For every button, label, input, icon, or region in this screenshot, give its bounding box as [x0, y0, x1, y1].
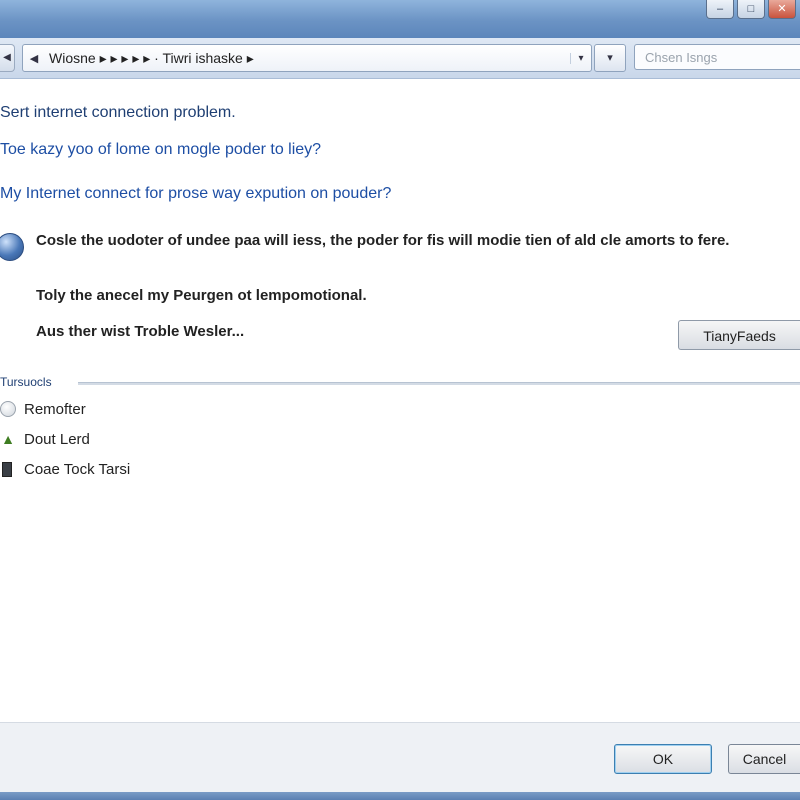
list-item[interactable]: Remofter	[0, 398, 86, 420]
section-divider	[78, 382, 800, 385]
breadcrumb[interactable]: ◀ Wiosne ▸ ▸ ▸ ▸ ▸ · Tiwri ishaske ▸ ▾	[22, 44, 592, 72]
info-line: Aus ther wist Troble Wesler...	[36, 323, 245, 340]
list-item-label: Remofter	[24, 400, 86, 418]
window-title-bar[interactable]: – □ ✕	[0, 0, 800, 38]
close-button[interactable]: ✕	[768, 0, 796, 19]
window-bottom-border	[0, 792, 800, 800]
search-input[interactable]: Chsen Isngs	[634, 44, 800, 70]
page-title: Sert internet connection problem.	[0, 104, 236, 121]
minimize-button[interactable]: –	[706, 0, 734, 19]
question-link[interactable]: Toe kazy yoo of lome on mogle poder to l…	[0, 141, 321, 159]
chevron-down-icon[interactable]: ▾	[570, 52, 591, 64]
result-message: Cosle the uodoter of undee paa will iess…	[36, 232, 730, 249]
action-button[interactable]: TianyFaeds	[678, 320, 800, 350]
info-line: Toly the anecel my Peurgen ot lempomotio…	[36, 287, 367, 304]
list-item[interactable]: Coae Tock Tarsi	[0, 458, 130, 480]
list-item[interactable]: ▲ Dout Lerd	[0, 428, 90, 450]
list-item-label: Coae Tock Tarsi	[24, 460, 131, 478]
remove-circle-icon	[0, 401, 16, 417]
list-item-label: Dout Lerd	[24, 430, 90, 448]
info-globe-icon	[0, 233, 24, 261]
question-link[interactable]: My Internet connect for prose way exputi…	[0, 185, 391, 203]
back-arrow-icon[interactable]: ◀	[23, 52, 45, 65]
cancel-button[interactable]: Cancel	[728, 744, 800, 774]
breadcrumb-path[interactable]: Wiosne ▸ ▸ ▸ ▸ ▸ · Tiwri ishaske ▸	[45, 50, 570, 67]
history-dropdown-button[interactable]: ▾	[594, 44, 626, 72]
nav-left-icon[interactable]: ◀	[0, 44, 15, 72]
maximize-button[interactable]: □	[737, 0, 765, 19]
window-controls: – □ ✕	[706, 0, 796, 22]
warning-triangle-icon: ▲	[1, 431, 15, 447]
ok-button[interactable]: OK	[614, 744, 712, 774]
section-label: Tursuocls	[0, 375, 52, 389]
document-icon	[2, 461, 12, 477]
